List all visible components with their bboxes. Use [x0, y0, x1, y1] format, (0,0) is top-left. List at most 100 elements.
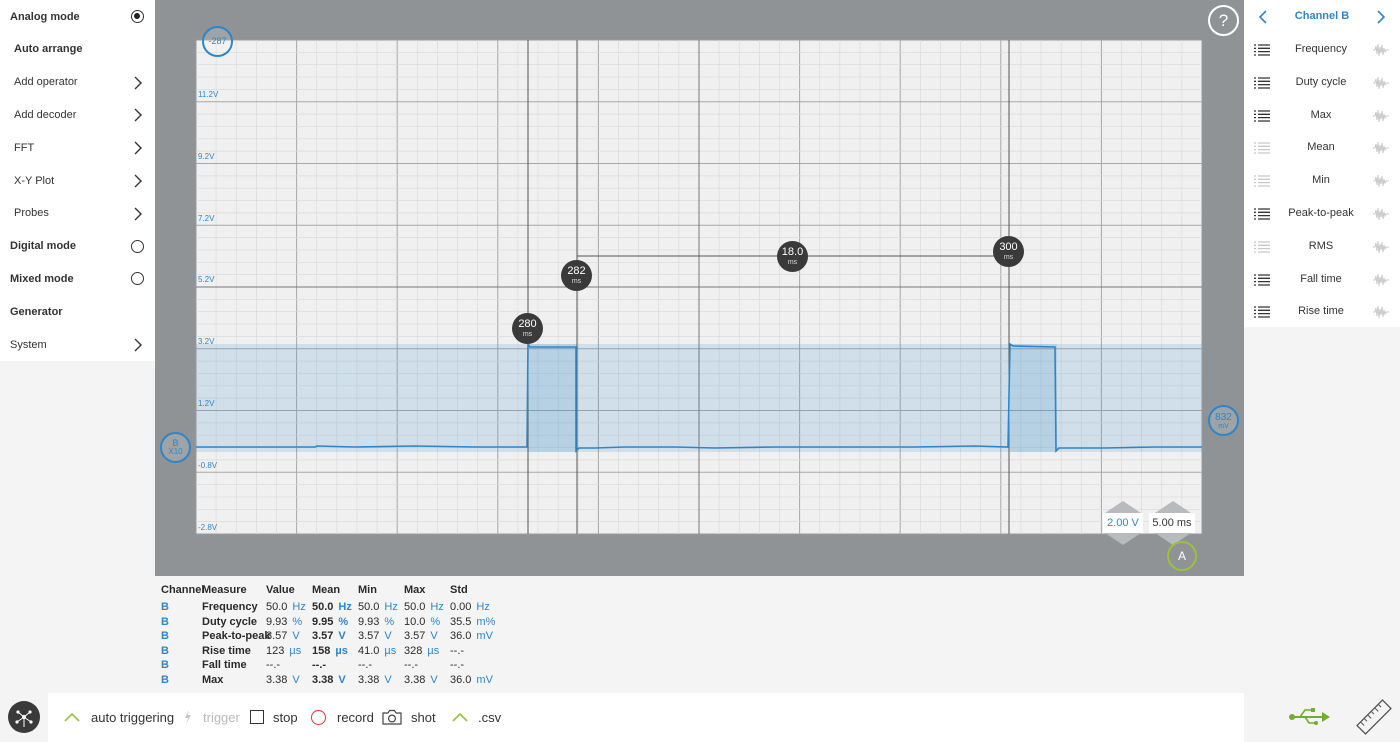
measure-item-frequency[interactable]: Frequency	[1244, 33, 1400, 66]
trigger-button[interactable]: trigger	[183, 693, 240, 742]
auto-triggering-button[interactable]: auto triggering	[64, 693, 174, 742]
waveform-icon[interactable]	[1372, 206, 1390, 222]
volt-scale[interactable]: 2.00 V	[1103, 513, 1143, 533]
table-cell-min: --.-	[358, 659, 377, 671]
menu-item-analog-mode[interactable]: Analog mode	[0, 0, 155, 33]
time-up-arrow[interactable]	[1155, 501, 1191, 513]
waveform-icon[interactable]	[1372, 140, 1390, 156]
waveform-icon[interactable]	[1372, 272, 1390, 288]
cell-value: 158	[312, 644, 331, 657]
cursor-280[interactable]: 280 ms	[512, 313, 543, 344]
table-cell-mean: --.-	[312, 659, 331, 671]
measure-item-mean[interactable]: Mean	[1244, 131, 1400, 164]
time-scale[interactable]: 5.00 ms	[1149, 513, 1195, 533]
trigger-marker[interactable]: A	[1167, 541, 1197, 571]
radio-icon[interactable]	[131, 239, 144, 253]
volt-down-arrow[interactable]	[1105, 533, 1141, 545]
cursor-value: 18.0	[781, 246, 804, 258]
table-cell-measure: Rise time	[202, 644, 251, 657]
menu-item-mixed-mode[interactable]: Mixed mode	[0, 262, 155, 295]
menu-item-generator[interactable]: Generator	[0, 295, 155, 328]
y-axis-label: -0.8V	[198, 460, 218, 470]
measure-item-fall-time[interactable]: Fall time	[1244, 263, 1400, 296]
measure-item-peak-to-peak[interactable]: Peak-to-peak	[1244, 197, 1400, 230]
cursor-value: 280	[518, 318, 537, 330]
waveform-icon[interactable]	[1372, 239, 1390, 255]
menu-item-label: Add operator	[14, 76, 78, 89]
chevron-right-icon	[134, 207, 142, 221]
volt-up-arrow[interactable]	[1105, 501, 1141, 513]
table-cell-std: 36.0 mV	[450, 674, 493, 686]
menu-item-x-y-plot[interactable]: X-Y Plot	[0, 164, 155, 197]
ruler-icon[interactable]	[1354, 697, 1394, 737]
cell-value: 9.93	[266, 615, 288, 628]
shot-label: shot	[411, 710, 436, 725]
measure-item-min[interactable]: Min	[1244, 164, 1400, 197]
scope-area[interactable]: 11.2V 9.2V 7.2V 5.2V 3.2V 1.2V -0.8V -2.8V -287…	[155, 0, 1244, 576]
menu-item-label: Probes	[14, 207, 49, 220]
channel-selector: Channel B	[1244, 0, 1400, 33]
table-header-mean: Mean	[312, 584, 341, 596]
radio-icon[interactable]	[131, 272, 144, 286]
menu-item-label: Auto arrange	[14, 43, 83, 56]
menu-item-system[interactable]: System	[0, 328, 155, 361]
menu-item-label: Add decoder	[14, 108, 77, 121]
plot-area[interactable]	[155, 0, 1244, 576]
menu-item-add-operator[interactable]: Add operator	[0, 66, 155, 99]
trigger-marker-label: A	[1177, 549, 1186, 563]
table-cell-std: 35.5 m%	[450, 616, 495, 628]
cursor-unit: ms	[571, 278, 582, 285]
cell-unit: Hz	[384, 601, 398, 613]
cell-value: 3.57	[266, 630, 288, 642]
record-button[interactable]: record	[311, 693, 374, 742]
measure-item-duty-cycle[interactable]: Duty cycle	[1244, 66, 1400, 99]
table-cell-value: 123 µs	[266, 645, 301, 657]
measure-item-max[interactable]: Max	[1244, 99, 1400, 132]
table-cell-measure: Duty cycle	[202, 615, 258, 628]
waveform-icon[interactable]	[1372, 75, 1390, 91]
table-cell-max: --.-	[404, 659, 423, 671]
top-marker-value: -287	[208, 36, 227, 46]
cell-value: 50.0	[404, 601, 426, 613]
table-cell-max: 10.0%	[404, 616, 440, 628]
cell-value: 50.0	[312, 601, 334, 613]
menu-item-fft[interactable]: FFT	[0, 131, 155, 164]
table-header-min: Min	[358, 584, 377, 596]
measure-item-rms[interactable]: RMS	[1244, 230, 1400, 263]
menu-item-label: FFT	[14, 141, 35, 154]
menu-item-add-decoder[interactable]: Add decoder	[0, 98, 155, 131]
cursor-300[interactable]: 300 ms	[993, 236, 1024, 267]
table-cell-max: 50.0 Hz	[404, 601, 444, 613]
waveform-icon[interactable]	[1372, 304, 1390, 320]
table-cell-max: 3.57 V	[404, 630, 438, 642]
screenshot-button[interactable]: shot	[382, 693, 436, 742]
chevron-right-icon	[134, 141, 142, 155]
waveform-icon[interactable]	[1372, 173, 1390, 189]
level-marker-value: 832	[1215, 412, 1232, 423]
cell-value: 36.0	[450, 630, 472, 642]
waveform-icon[interactable]	[1372, 42, 1390, 58]
cursor-delta[interactable]: 18.0 ms	[777, 241, 808, 272]
chevron-left-icon[interactable]	[1256, 9, 1270, 25]
top-offset-marker[interactable]: -287	[202, 26, 233, 57]
table-cell-std: 0.00 Hz	[450, 601, 490, 613]
radio-icon[interactable]	[131, 10, 144, 23]
measure-item-rise-time[interactable]: Rise time	[1244, 295, 1400, 328]
measure-item-label: Min	[1312, 174, 1330, 187]
y-axis-label: 1.2V	[198, 399, 215, 408]
menu-item-digital-mode[interactable]: Digital mode	[0, 230, 155, 263]
cell-unit: mV	[476, 630, 493, 642]
chevron-right-icon[interactable]	[1374, 9, 1388, 25]
level-marker[interactable]: 832 mV	[1208, 405, 1239, 436]
measure-panel: Channel B Frequency Duty cycle Max Mean Min P…	[1244, 0, 1400, 327]
menu-item-probes[interactable]: Probes	[0, 197, 155, 230]
cell-unit: Hz	[476, 601, 490, 613]
menu-item-auto-arrange[interactable]: Auto arrange	[0, 33, 155, 66]
cursor-282[interactable]: 282 ms	[561, 260, 592, 291]
waveform-icon[interactable]	[1372, 108, 1390, 124]
channel-b-marker[interactable]: B X10	[160, 432, 191, 463]
csv-export-button[interactable]: .csv	[452, 693, 501, 742]
stop-button[interactable]: stop	[250, 693, 298, 742]
help-button[interactable]: ?	[1208, 5, 1239, 36]
app-logo-icon[interactable]	[8, 701, 40, 733]
